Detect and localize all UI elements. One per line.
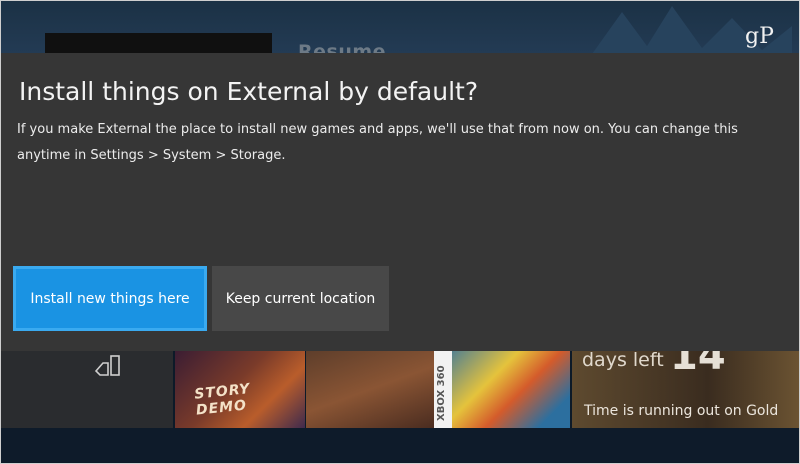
days-left-label: days left: [582, 349, 664, 371]
gp-watermark-logo: gP: [745, 24, 774, 49]
keep-current-location-button[interactable]: Keep current location: [212, 266, 389, 331]
game-tile-2[interactable]: [306, 351, 434, 428]
game-tile-story-demo[interactable]: STORY DEMO: [175, 351, 305, 428]
xbox360-band: XBOX 360: [434, 351, 452, 428]
gold-promo-tile[interactable]: days left 14 Time is running out on Gold: [572, 333, 799, 428]
game-tile-xbox360[interactable]: XBOX 360: [434, 351, 570, 428]
resume-tile[interactable]: [1, 351, 173, 428]
background-footer: [1, 428, 799, 462]
dialog-title: Install things on External by default?: [19, 77, 479, 106]
resume-icon: [94, 355, 124, 381]
gold-promo-caption: Time is running out on Gold: [584, 403, 779, 419]
dialog-message: If you make External the place to instal…: [17, 122, 738, 163]
xbox360-label: XBOX 360: [436, 365, 447, 421]
story-demo-title: STORY DEMO: [193, 380, 252, 419]
install-new-things-here-button[interactable]: Install new things here: [13, 266, 207, 331]
install-location-dialog: Install things on External by default? I…: [1, 53, 799, 351]
background-header-tile: [45, 33, 272, 53]
